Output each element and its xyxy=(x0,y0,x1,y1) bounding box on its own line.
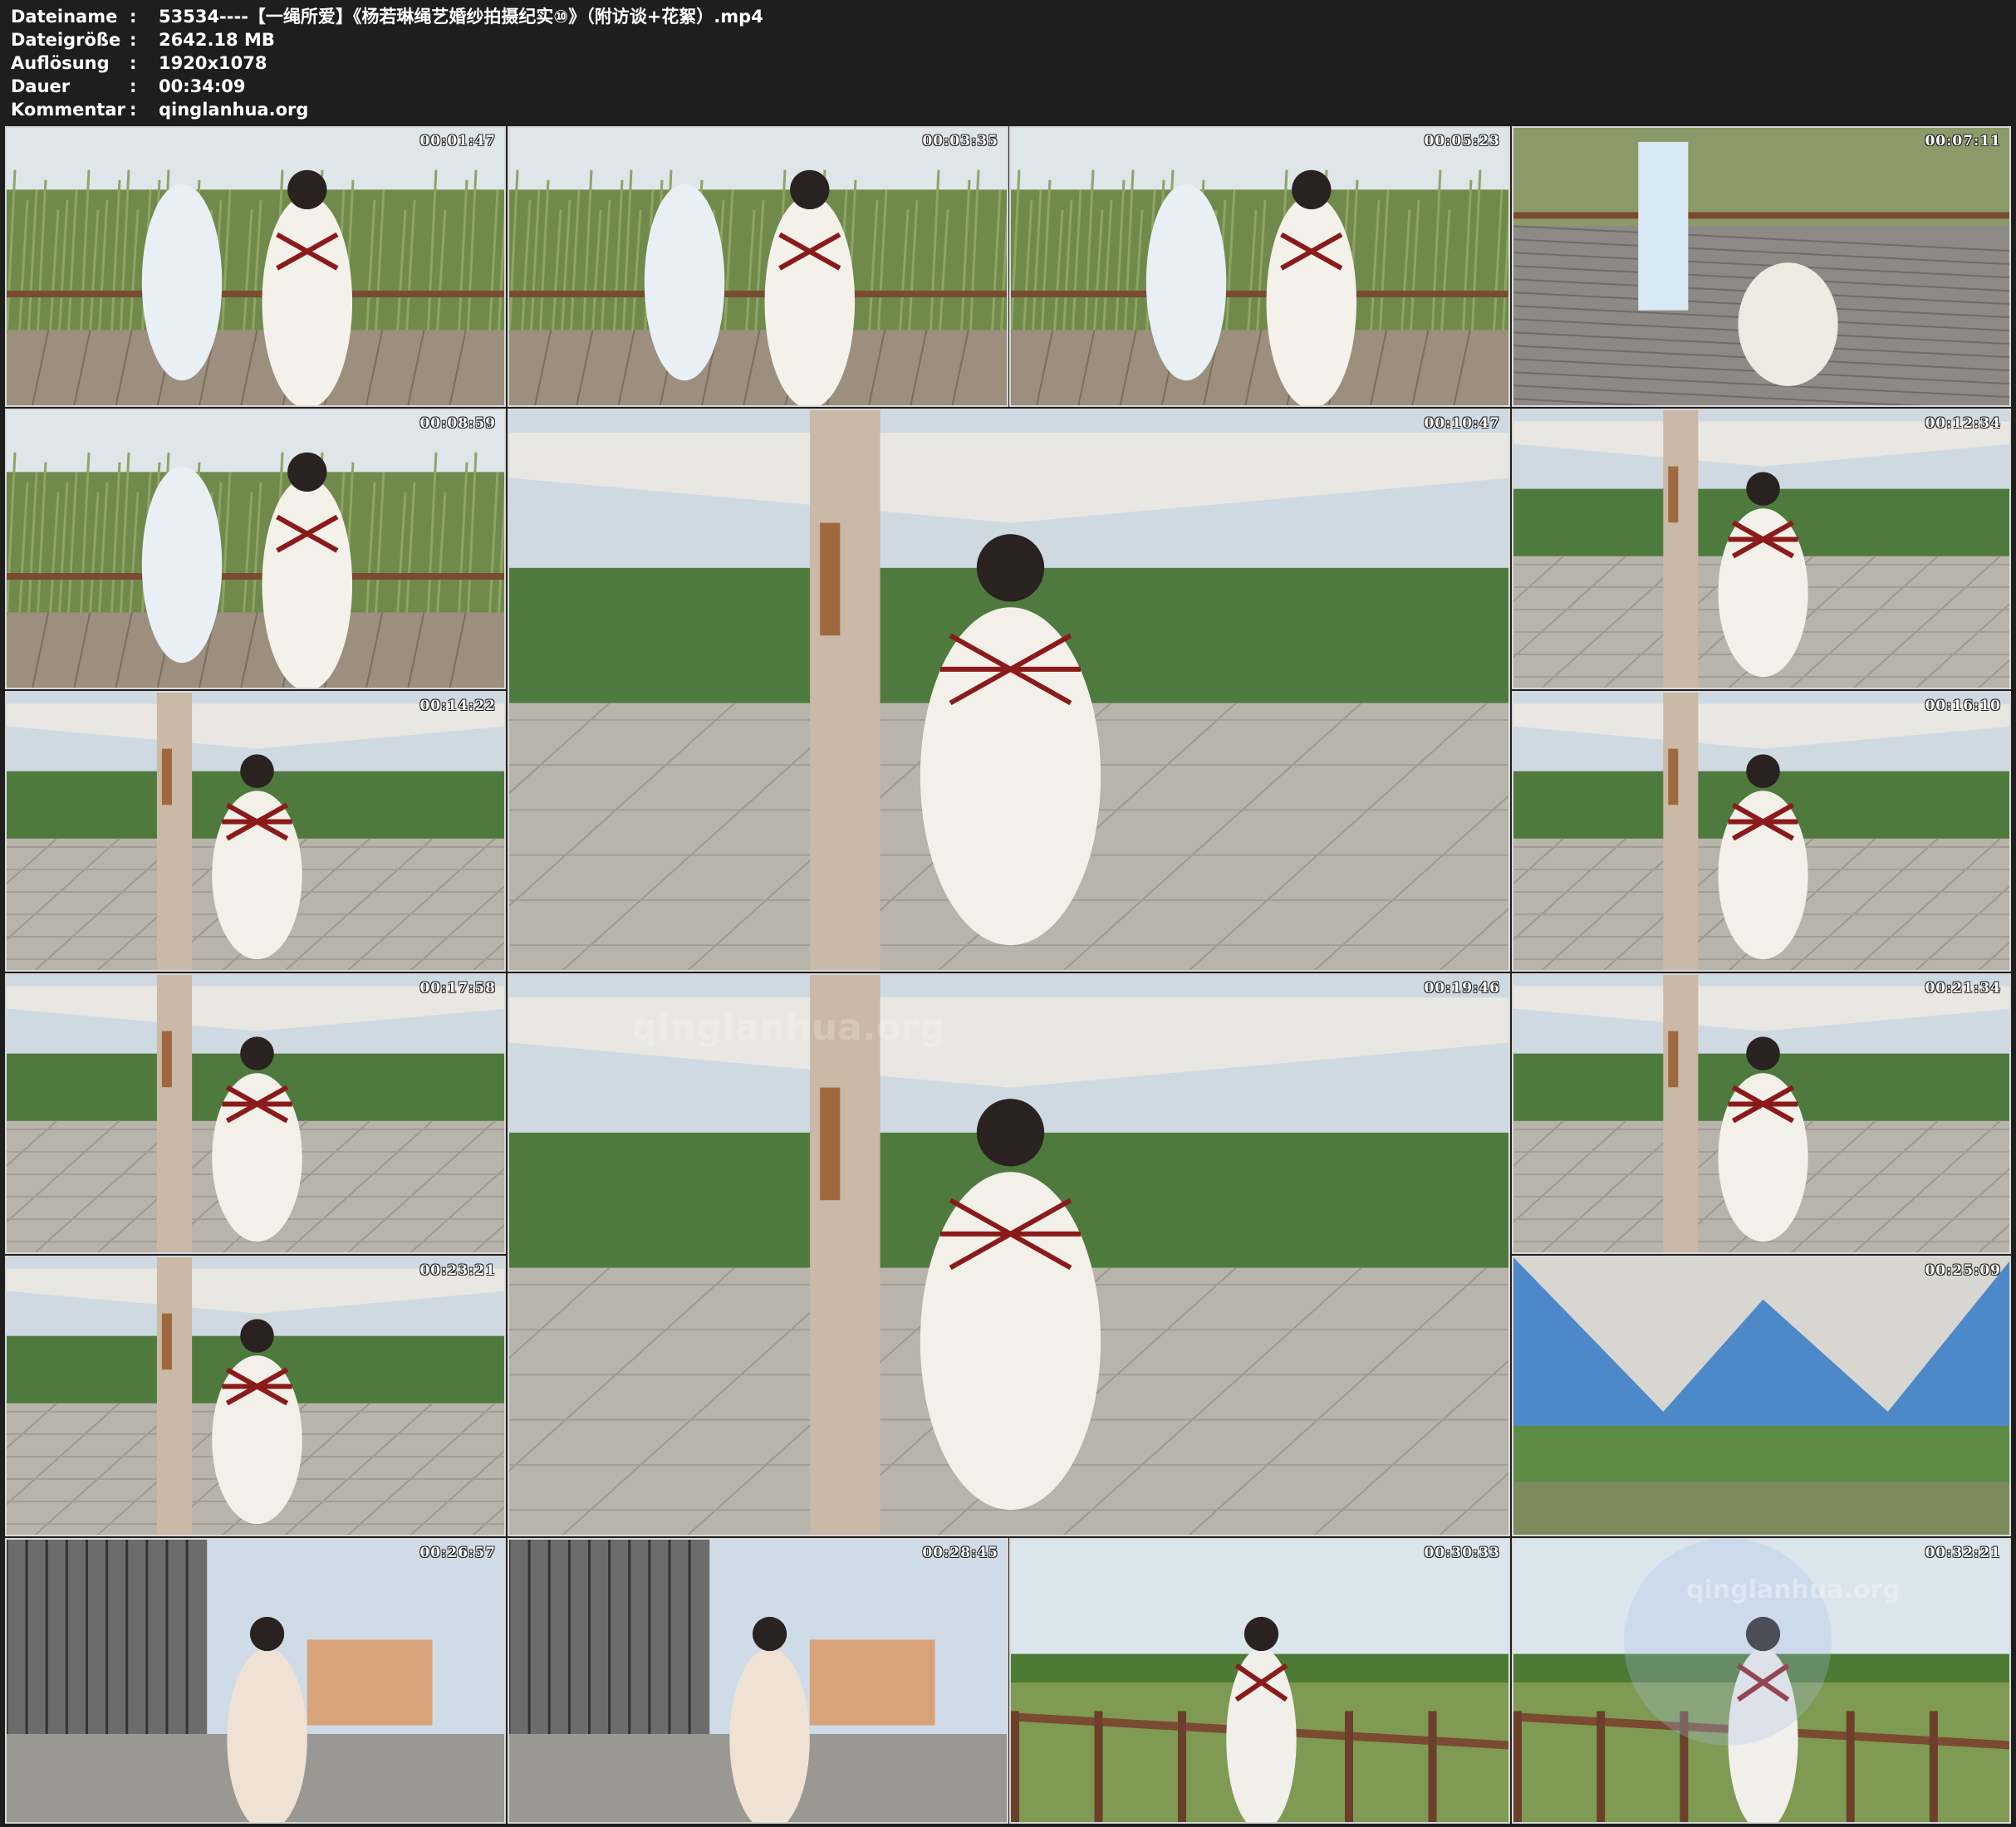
video-thumbnail[interactable]: 00:05:23 xyxy=(1009,126,1510,407)
thumbnail-image xyxy=(509,128,1007,405)
video-thumbnail[interactable]: 00:01:47 xyxy=(5,126,506,407)
info-row-comment: Kommentar: qinglanhua.org xyxy=(11,98,308,121)
video-thumbnail[interactable]: 00:14:22 xyxy=(5,691,506,972)
thumbnail-image xyxy=(7,128,504,405)
info-value: qinglanhua.org xyxy=(159,100,309,120)
info-key: Dateigröße xyxy=(11,30,121,50)
thumbnail-timestamp: 00:07:11 xyxy=(1925,133,2001,149)
video-thumbnail[interactable]: 00:23:21 xyxy=(5,1256,506,1536)
info-key: Dateiname xyxy=(11,7,118,27)
thumbnail-image xyxy=(1011,128,1508,405)
thumbnail-timestamp: 00:10:47 xyxy=(1424,415,1500,432)
video-thumbnail[interactable]: 00:30:33 xyxy=(1009,1538,1510,1824)
thumbnail-timestamp: 00:03:35 xyxy=(922,133,998,149)
info-row-filename: Dateiname: 53534----【一绳所爱】《杨若琳绳艺婚纱拍摄纪实⑩》（… xyxy=(11,5,763,28)
video-thumbnail[interactable]: 00:08:59 xyxy=(5,409,506,689)
thumbnail-timestamp: 00:23:21 xyxy=(419,1262,496,1279)
thumbnail-image xyxy=(1011,1540,1508,1822)
thumbnail-timestamp: 00:28:45 xyxy=(922,1545,998,1561)
info-separator: : xyxy=(130,100,137,120)
thumbnail-timestamp: 00:21:34 xyxy=(1925,980,2001,997)
thumbnail-image xyxy=(1513,128,2009,405)
thumbnail-image xyxy=(1513,975,2009,1252)
video-thumbnail[interactable]: 00:12:34 xyxy=(1512,409,2011,689)
video-thumbnail[interactable]: 00:17:58 xyxy=(5,973,506,1254)
info-key: Dauer xyxy=(11,76,71,96)
thumbnail-image xyxy=(509,410,1508,970)
info-key: Kommentar xyxy=(11,100,125,120)
info-key: Auflösung xyxy=(11,53,110,73)
info-separator: : xyxy=(130,76,137,96)
thumbnail-timestamp: 00:12:34 xyxy=(1925,415,2001,432)
thumbnail-timestamp: 00:14:22 xyxy=(419,698,496,714)
info-value: 00:34:09 xyxy=(159,76,246,96)
thumbnail-image xyxy=(7,1257,504,1535)
info-row-filesize: Dateigröße: 2642.18 MB xyxy=(11,28,275,51)
info-value: 1920x1078 xyxy=(159,53,267,73)
info-separator: : xyxy=(130,53,137,73)
info-row-resolution: Auflösung: 1920x1078 xyxy=(11,51,267,75)
video-thumbnail[interactable]: 00:28:45 xyxy=(508,1538,1008,1824)
thumbnail-image xyxy=(7,693,504,970)
video-thumbnail[interactable]: 00:25:09 xyxy=(1512,1256,2011,1536)
thumbnail-image xyxy=(7,410,504,688)
info-separator: : xyxy=(130,30,137,50)
info-separator: : xyxy=(130,7,137,27)
thumbnail-timestamp: 00:26:57 xyxy=(419,1545,496,1561)
video-thumbnail[interactable]: 00:19:46 xyxy=(508,973,1510,1536)
watermark-logo xyxy=(1624,1538,1832,1746)
info-value: 53534----【一绳所爱】《杨若琳绳艺婚纱拍摄纪实⑩》（附访谈+花絮）.mp… xyxy=(159,7,763,27)
thumbnail-timestamp: 00:01:47 xyxy=(419,133,496,149)
info-value: 2642.18 MB xyxy=(159,30,275,50)
thumbnail-timestamp: 00:08:59 xyxy=(419,415,496,432)
thumbnail-timestamp: 00:05:23 xyxy=(1424,133,1500,149)
thumbnail-image xyxy=(1513,1257,2009,1535)
thumbnail-grid: 00:01:47 00:03:35 00:05:23 00:07:11 00:08:59… xyxy=(0,126,2016,1827)
thumbnail-timestamp: 00:25:09 xyxy=(1925,1262,2001,1279)
thumbnail-timestamp: 00:30:33 xyxy=(1424,1545,1500,1561)
watermark-text: qinglanhua.org xyxy=(631,1007,945,1049)
watermark-text: qinglanhua.org xyxy=(1686,1575,1901,1604)
video-thumbnail[interactable]: 00:26:57 xyxy=(5,1538,506,1824)
file-info-header: Dateiname: 53534----【一绳所爱】《杨若琳绳艺婚纱拍摄纪实⑩》（… xyxy=(0,0,2016,126)
thumbnail-timestamp: 00:16:10 xyxy=(1925,698,2001,714)
thumbnail-timestamp: 00:32:21 xyxy=(1925,1545,2001,1561)
thumbnail-image xyxy=(1513,410,2009,688)
thumbnail-timestamp: 00:19:46 xyxy=(1424,980,1500,997)
thumbnail-image xyxy=(509,975,1508,1535)
video-thumbnail[interactable]: 00:16:10 xyxy=(1512,691,2011,972)
video-thumbnail[interactable]: 00:21:34 xyxy=(1512,973,2011,1254)
thumbnail-image xyxy=(7,975,504,1252)
thumbnail-image xyxy=(1513,693,2009,970)
video-thumbnail[interactable]: 00:03:35 xyxy=(508,126,1008,407)
video-thumbnail[interactable]: 00:10:47 xyxy=(508,409,1510,972)
thumbnail-image xyxy=(509,1540,1007,1822)
info-row-duration: Dauer: 00:34:09 xyxy=(11,75,245,98)
thumbnail-image xyxy=(7,1540,504,1822)
thumbnail-timestamp: 00:17:58 xyxy=(419,980,496,997)
video-thumbnail[interactable]: 00:07:11 xyxy=(1512,126,2011,407)
